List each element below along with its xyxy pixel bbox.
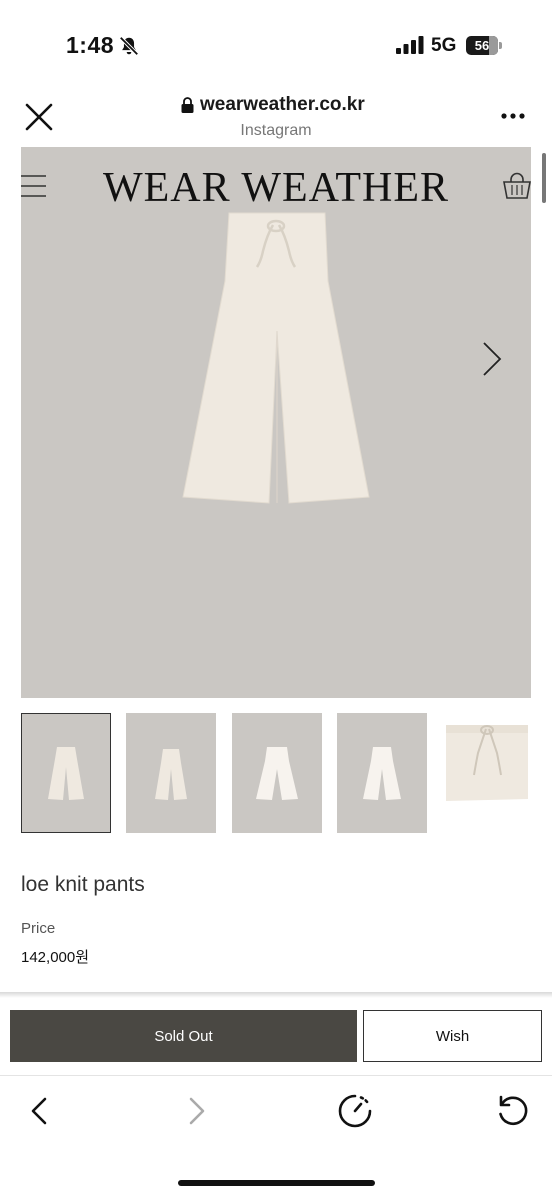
- back-icon[interactable]: [28, 1096, 50, 1126]
- wish-button[interactable]: Wish: [363, 1010, 542, 1062]
- thumbnail-image: [363, 747, 401, 800]
- status-time: 1:48: [66, 32, 115, 58]
- network-type: 5G: [431, 35, 457, 56]
- product-name: loe knit pants: [21, 873, 145, 896]
- chevron-right-icon[interactable]: [481, 341, 503, 377]
- thumbnail-1[interactable]: [21, 713, 111, 833]
- thumbnail-image: [155, 749, 187, 800]
- lock-icon: [181, 97, 194, 113]
- home-indicator[interactable]: [178, 1180, 375, 1186]
- shopping-bag-icon[interactable]: [502, 171, 531, 201]
- action-bar-divider: [0, 992, 552, 998]
- toolbar-divider: [0, 1075, 552, 1076]
- thumbnail-5[interactable]: [442, 713, 532, 833]
- reload-icon[interactable]: [495, 1093, 531, 1129]
- thumbnail-4[interactable]: [337, 713, 427, 833]
- url-source: Instagram: [240, 122, 312, 139]
- more-icon[interactable]: [500, 112, 526, 120]
- browser-header: wearweather.co.kr Instagram: [0, 88, 552, 146]
- battery-icon: 56: [466, 36, 502, 55]
- product-hero-image[interactable]: WEAR WEATHER: [21, 147, 531, 698]
- signal-bars-icon: [396, 36, 424, 54]
- sold-out-button[interactable]: Sold Out: [10, 1010, 357, 1062]
- bell-slash-icon: [119, 36, 139, 56]
- thumbnail-image: [256, 747, 298, 800]
- status-bar: 1:48 5G 56: [0, 0, 552, 90]
- site-logo[interactable]: WEAR WEATHER: [21, 164, 531, 212]
- thumbnail-image: [446, 725, 528, 801]
- thumbnail-image: [48, 747, 84, 800]
- forward-icon[interactable]: [186, 1096, 208, 1126]
- url-domain[interactable]: wearweather.co.kr: [200, 94, 365, 116]
- thumbnail-3[interactable]: [232, 713, 322, 833]
- thumbnail-strip: [21, 713, 552, 833]
- thumbnail-2[interactable]: [126, 713, 216, 833]
- battery-level: 56: [474, 38, 490, 53]
- product-price: 142,000원: [21, 949, 90, 966]
- scroll-indicator: [542, 153, 546, 203]
- product-pants-illustration: [182, 212, 370, 504]
- price-label: Price: [21, 920, 56, 937]
- speed-icon[interactable]: [337, 1093, 373, 1129]
